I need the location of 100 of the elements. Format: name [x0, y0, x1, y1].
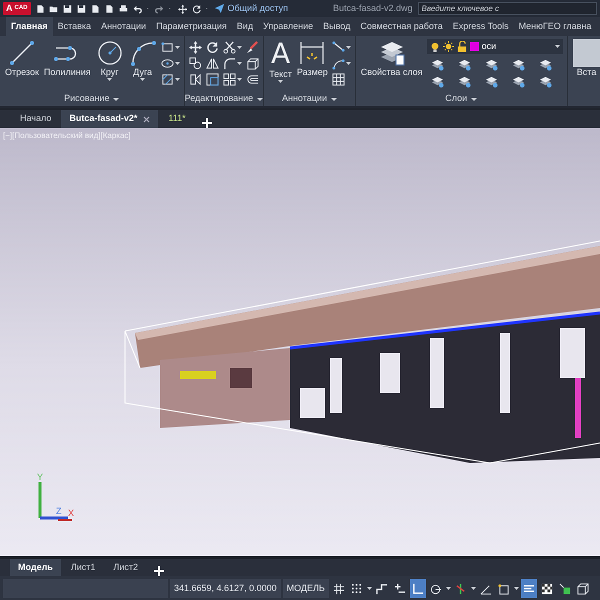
panel-title[interactable]: Редактирование [184, 92, 264, 106]
layer-tool-icon[interactable] [458, 75, 471, 88]
rotate-icon[interactable] [206, 41, 219, 54]
panel-title[interactable]: Рисование [0, 92, 184, 106]
layer-tool-icon[interactable] [458, 58, 471, 72]
axis-label: Y [37, 472, 44, 482]
layout-tab[interactable]: Лист2 [105, 559, 146, 576]
tool-button[interactable]: Круг [94, 39, 125, 92]
rectangle-icon[interactable] [160, 41, 174, 54]
layer-tool-icon[interactable] [484, 75, 498, 88]
ribbon-tab[interactable]: МенюГЕО главна [514, 17, 596, 36]
layer-tool-icon[interactable] [430, 58, 444, 72]
share-button[interactable]: Общий доступ [214, 2, 288, 16]
ribbon-tab[interactable]: Совместная работа [355, 17, 448, 36]
search-field[interactable]: Введите ключевое с [418, 2, 598, 15]
status-toggle-button[interactable] [520, 579, 537, 598]
caret-icon[interactable] [346, 46, 351, 49]
layer-tool-icon[interactable] [512, 75, 525, 88]
ribbon-tab[interactable]: Вид [232, 17, 258, 36]
array-icon[interactable] [222, 73, 236, 86]
ribbon-tab[interactable]: Управление [258, 17, 318, 36]
layer-tool-icon[interactable] [512, 58, 525, 72]
caret-icon[interactable] [174, 62, 180, 65]
caret-icon[interactable] [236, 78, 242, 81]
mirror-icon[interactable] [206, 57, 219, 70]
lightbulb-icon [430, 40, 440, 52]
text-tool-icon: A [270, 39, 290, 69]
tool-button[interactable]: Дуга [128, 39, 158, 92]
stretch-icon[interactable] [188, 73, 202, 86]
new-file-icon[interactable] [91, 2, 100, 14]
ribbon-tab[interactable]: Вывод [318, 17, 356, 36]
model-space-button[interactable]: МОДЕЛЬ [282, 579, 329, 598]
move-icon[interactable] [178, 2, 187, 14]
document-tab[interactable]: Butca-fasad-v2* [61, 110, 158, 128]
plus-icon [154, 566, 164, 576]
angle-icon [480, 582, 492, 594]
ribbon-tab[interactable]: Параметризация [151, 17, 232, 36]
tool-button[interactable]: A Текст [268, 39, 293, 92]
offset-icon[interactable] [246, 73, 259, 86]
table-icon[interactable] [332, 73, 345, 86]
send-icon [214, 3, 226, 14]
layer-tool-icon[interactable] [538, 75, 552, 88]
circle-icon [96, 39, 124, 67]
hatch-icon[interactable] [160, 73, 174, 86]
scissors-icon[interactable] [222, 41, 236, 54]
caret-icon[interactable] [366, 587, 372, 590]
caret-icon[interactable] [514, 587, 519, 590]
caret-icon[interactable] [174, 78, 180, 81]
tool-button[interactable]: Размер [296, 39, 329, 92]
layer-tool-icon[interactable] [430, 75, 444, 88]
document-tab[interactable]: Начало [12, 110, 60, 128]
status-toggle-button[interactable] [410, 579, 426, 598]
move-icon[interactable] [188, 41, 202, 54]
curve-dimension-icon[interactable] [332, 57, 345, 70]
caret-icon[interactable] [446, 587, 451, 590]
save-icon[interactable] [63, 2, 72, 14]
ribbon-tab[interactable]: Вставка [52, 17, 96, 36]
file-name: Butca-fasad-v2.dwg [332, 2, 412, 15]
layout-tab[interactable]: Лист1 [62, 559, 104, 576]
layer-dropdown[interactable]: оси [426, 39, 563, 54]
tool-button[interactable]: Полилиния [42, 39, 92, 92]
caret-icon[interactable] [470, 587, 476, 590]
tool-button[interactable]: Вста [572, 39, 600, 106]
plus-minus-icon [394, 582, 406, 594]
layer-name: оси [482, 40, 498, 53]
fillet-icon[interactable] [222, 57, 236, 70]
layout-tab[interactable]: Модель [10, 559, 61, 576]
coordinates-readout: 341.6659, 4.6127, 0.0000 [170, 579, 281, 598]
ortho-icon [412, 582, 424, 594]
plus-icon [202, 118, 212, 128]
square-node-icon [498, 582, 510, 594]
caret-icon[interactable] [236, 46, 242, 49]
axis-label: Z [56, 506, 62, 516]
save-icon[interactable] [77, 2, 86, 14]
new-file-icon[interactable] [36, 2, 44, 14]
leader-icon[interactable] [332, 41, 345, 54]
layer-tool-icon[interactable] [538, 58, 552, 72]
polar-icon [430, 582, 442, 594]
ribbon-tab[interactable]: Главная [6, 17, 53, 36]
panel-title[interactable]: Аннотации [264, 92, 355, 106]
new-file-icon[interactable] [104, 2, 114, 14]
caret-icon[interactable] [346, 62, 351, 65]
cube-icon[interactable] [246, 57, 259, 70]
ribbon-tab[interactable]: Аннотации [96, 17, 152, 36]
close-icon[interactable] [143, 116, 150, 122]
caret-icon[interactable] [174, 46, 180, 49]
print-icon[interactable] [118, 2, 128, 14]
caret-icon[interactable] [236, 62, 242, 65]
ellipse-icon[interactable] [160, 57, 174, 70]
tool-button[interactable]: Отрезок [4, 39, 40, 92]
panel-title[interactable]: Слои [356, 92, 567, 106]
brush-icon[interactable] [246, 41, 259, 54]
document-tab[interactable]: 111* [160, 110, 194, 128]
rotate-icon[interactable] [192, 2, 201, 14]
copy-icon[interactable] [188, 57, 202, 70]
layer-tool-icon[interactable] [484, 58, 498, 72]
ribbon-tab[interactable]: Express Tools [448, 17, 514, 36]
tool-button[interactable]: Свойства слоя [360, 39, 424, 92]
step-icon [376, 582, 388, 594]
scale-icon[interactable] [206, 73, 219, 86]
